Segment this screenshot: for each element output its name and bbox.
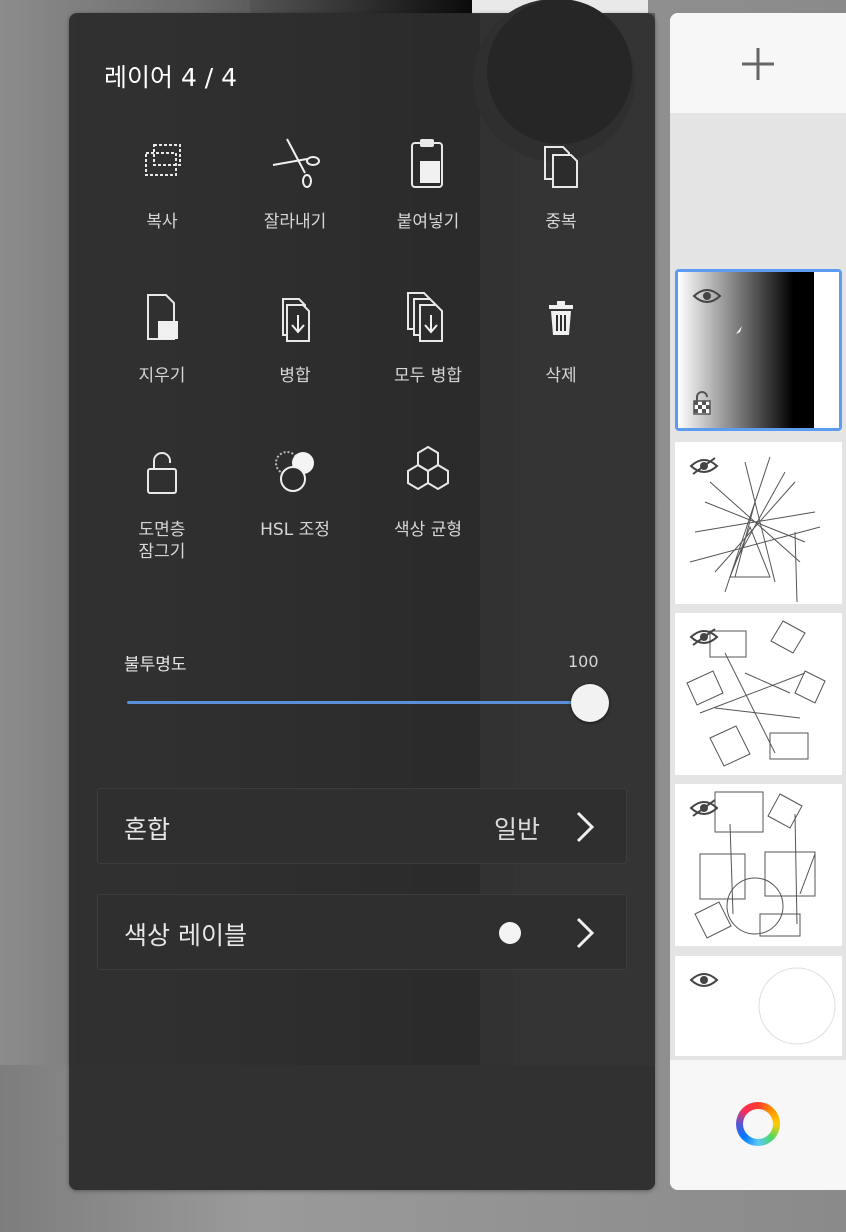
opacity-value: 100: [568, 652, 599, 671]
clear-button[interactable]: 지우기: [96, 287, 228, 387]
layer-thumbnail-4[interactable]: [675, 269, 842, 431]
add-layer-button[interactable]: [670, 13, 846, 113]
eye-icon[interactable]: [692, 286, 722, 306]
merge-all-icon: [407, 292, 443, 342]
layer-thumbnail-2[interactable]: [675, 613, 842, 775]
color-label-dot: [499, 922, 521, 944]
color-label-label: 색상 레이블: [124, 921, 247, 950]
merge-all-button[interactable]: 모두 병합: [362, 287, 494, 387]
eye-off-icon[interactable]: [689, 627, 719, 647]
merge-button[interactable]: 병합: [229, 287, 361, 387]
duplicate-button[interactable]: 중복: [495, 133, 627, 233]
plus-icon: [742, 48, 774, 80]
hsl-adjust-label: HSL 조정: [260, 520, 330, 540]
blend-mode-label: 혼합: [124, 815, 171, 844]
opacity-slider-track[interactable]: [127, 701, 590, 704]
layer-thumbnail-background[interactable]: [675, 956, 842, 1056]
color-balance-label: 색상 균형: [394, 520, 462, 540]
layers-sidebar: [670, 13, 846, 1190]
panel-title: 레이어 4 / 4: [104, 63, 238, 92]
merge-label: 병합: [279, 366, 311, 386]
duplicate-icon: [544, 146, 578, 188]
copy-label: 복사: [146, 212, 178, 232]
paste-button[interactable]: 붙여넣기: [362, 133, 494, 233]
merge-icon: [282, 298, 310, 342]
color-balance-icon: [407, 445, 449, 491]
copy-icon: [145, 144, 181, 176]
eye-off-icon[interactable]: [689, 798, 719, 818]
sidebar-bottom-bar: [670, 1060, 846, 1190]
panel-bottom-area: [69, 1066, 655, 1190]
blend-mode-value: 일반: [493, 815, 540, 844]
merge-all-label: 모두 병합: [394, 366, 462, 386]
delete-label: 삭제: [545, 366, 577, 386]
opacity-label: 불투명도: [124, 655, 187, 675]
trash-icon: [549, 301, 573, 335]
hsl-icon: [275, 451, 314, 492]
duplicate-label: 중복: [545, 212, 577, 232]
opacity-slider-thumb[interactable]: [571, 684, 609, 722]
chevron-right-icon: [576, 917, 595, 949]
unlock-icon: [147, 452, 177, 494]
delete-button[interactable]: 삭제: [495, 287, 627, 387]
color-label-row[interactable]: 색상 레이블: [97, 894, 627, 970]
transparency-lock-icon[interactable]: [692, 390, 712, 416]
blend-mode-row[interactable]: 혼합 일반: [97, 788, 627, 864]
hsl-adjust-button[interactable]: HSL 조정: [229, 441, 361, 541]
copy-button[interactable]: 복사: [96, 133, 228, 233]
clear-label: 지우기: [138, 366, 186, 386]
paste-icon: [411, 139, 443, 188]
cut-label: 잘라내기: [263, 212, 327, 232]
cut-button[interactable]: 잘라내기: [229, 133, 361, 233]
color-wheel-icon[interactable]: [736, 1102, 780, 1146]
layer-thumbnail-3[interactable]: [675, 442, 842, 604]
chevron-right-icon: [576, 811, 595, 843]
color-balance-button[interactable]: 색상 균형: [362, 441, 494, 541]
canvas-top-strip: [250, 0, 475, 14]
clear-icon: [147, 294, 178, 340]
eye-off-icon[interactable]: [689, 456, 719, 476]
lock-layer-button[interactable]: 도면층 잠그기: [96, 441, 228, 563]
color-swatch-fill: [487, 0, 632, 144]
eye-icon[interactable]: [689, 970, 719, 990]
paste-label: 붙여넣기: [396, 212, 460, 232]
scissors-icon: [272, 138, 320, 188]
lock-layer-label: 도면층 잠그기: [138, 520, 186, 562]
layer-thumbnail-1[interactable]: [675, 784, 842, 946]
